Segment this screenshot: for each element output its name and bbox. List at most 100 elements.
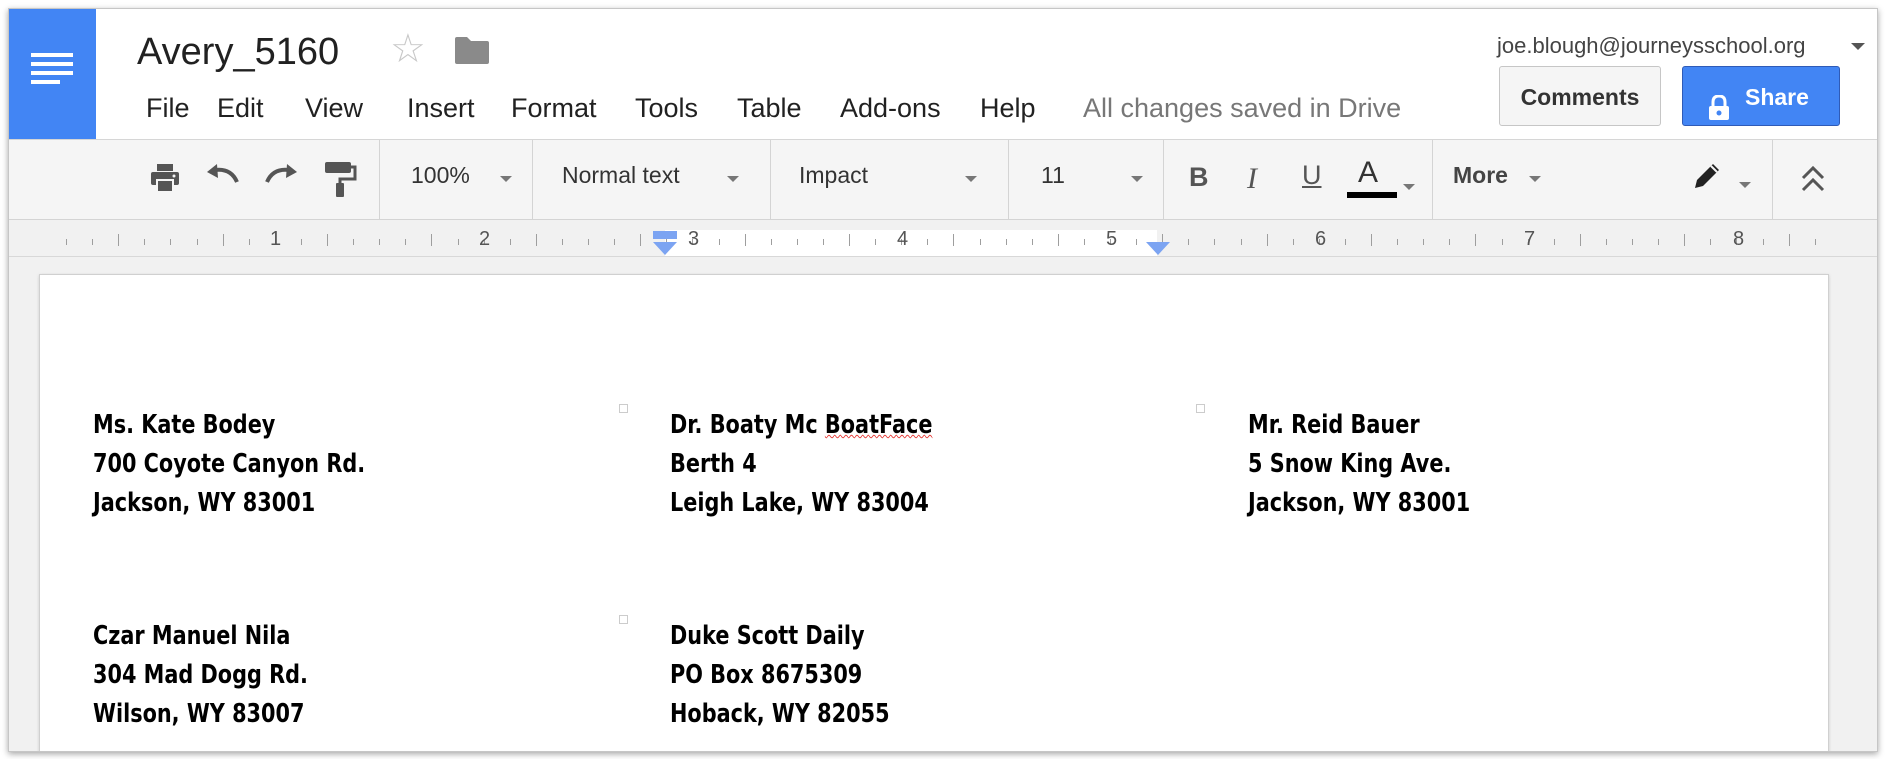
address-label[interactable]: Mr. Reid Bauer 5 Snow King Ave. Jackson,… xyxy=(1248,406,1470,523)
chevron-down-icon xyxy=(727,176,739,182)
ruler-tick xyxy=(379,239,380,245)
ruler-number: 2 xyxy=(479,228,491,250)
ruler-tick xyxy=(797,239,798,245)
text-color-button[interactable]: A xyxy=(1343,140,1417,219)
ruler-tick xyxy=(510,239,511,245)
bold-icon: B xyxy=(1189,162,1209,192)
folder-icon[interactable] xyxy=(453,35,491,70)
comments-button[interactable]: Comments xyxy=(1499,66,1661,126)
chevron-down-icon xyxy=(1131,176,1143,182)
style-value: Normal text xyxy=(562,162,680,188)
menu-insert[interactable]: Insert xyxy=(407,93,475,124)
ruler-number: 8 xyxy=(1733,228,1745,250)
toolbar-separator xyxy=(1163,140,1164,219)
label-name: Dr. Boaty Mc BoatFace xyxy=(670,406,932,445)
editing-mode-button[interactable] xyxy=(1685,140,1757,219)
ruler-tick xyxy=(562,239,563,245)
right-indent-handle[interactable] xyxy=(1146,242,1170,255)
ruler-tick xyxy=(640,234,641,246)
address-label[interactable]: Duke Scott Daily PO Box 8675309 Hoback, … xyxy=(670,617,890,734)
ruler-tick xyxy=(1214,239,1215,245)
ruler-tick xyxy=(1710,239,1711,245)
address-label[interactable]: Dr. Boaty Mc BoatFace Berth 4 Leigh Lake… xyxy=(670,406,932,523)
menu-help[interactable]: Help xyxy=(980,93,1036,124)
label-city: Wilson, WY 83007 xyxy=(93,699,305,729)
menu-view[interactable]: View xyxy=(305,93,363,124)
label-street: Berth 4 xyxy=(670,449,757,479)
header: Avery_5160 ☆ File Edit View Insert Forma… xyxy=(9,9,1877,140)
zoom-select[interactable]: 100% xyxy=(380,140,532,219)
toolbar: 100% Normal text Impact 11 B I U A More xyxy=(9,140,1877,220)
ruler-tick xyxy=(1397,239,1398,245)
font-size-select[interactable]: 11 xyxy=(1009,140,1162,219)
menu-table[interactable]: Table xyxy=(737,93,802,124)
ruler-tick xyxy=(66,239,67,245)
more-button[interactable]: More xyxy=(1433,140,1553,219)
ruler-tick xyxy=(223,234,224,246)
menu-addons[interactable]: Add-ons xyxy=(840,93,941,124)
docs-menu-icon[interactable] xyxy=(9,9,96,139)
paint-format-button[interactable] xyxy=(317,140,361,219)
paragraph-style-select[interactable]: Normal text xyxy=(533,140,770,219)
collapse-button[interactable] xyxy=(1791,140,1835,219)
print-button[interactable] xyxy=(141,140,181,219)
ruler-tick xyxy=(1763,239,1764,245)
chevron-down-icon xyxy=(1403,184,1415,190)
italic-button[interactable]: I xyxy=(1237,140,1279,219)
document-page[interactable]: Ms. Kate Bodey 700 Coyote Canyon Rd. Jac… xyxy=(39,274,1829,751)
ruler-tick xyxy=(1554,239,1555,245)
ruler-tick xyxy=(1789,234,1790,246)
ruler-tick xyxy=(719,239,720,245)
table-cell-marker xyxy=(1196,404,1205,413)
text-color-bar xyxy=(1347,192,1397,198)
ruler-tick xyxy=(875,239,876,245)
chevron-down-icon xyxy=(1529,176,1541,182)
misspelled-word[interactable]: BoatFace xyxy=(825,410,933,440)
account-email[interactable]: joe.blough@journeysschool.org xyxy=(1497,33,1806,59)
menu-tools[interactable]: Tools xyxy=(635,93,698,124)
save-status[interactable]: All changes saved in Drive xyxy=(1083,93,1401,124)
font-value: Impact xyxy=(799,162,869,188)
label-city: Hoback, WY 82055 xyxy=(670,699,890,729)
document-title[interactable]: Avery_5160 xyxy=(137,31,339,74)
address-label[interactable]: Ms. Kate Bodey 700 Coyote Canyon Rd. Jac… xyxy=(93,406,365,523)
ruler-tick xyxy=(1345,239,1346,245)
redo-icon xyxy=(263,164,299,195)
bold-button[interactable]: B xyxy=(1181,140,1223,219)
label-name-part: Dr. Boaty Mc xyxy=(670,410,825,440)
menu-edit[interactable]: Edit xyxy=(217,93,264,124)
undo-button[interactable] xyxy=(201,140,245,219)
share-button[interactable]: Share xyxy=(1682,66,1840,126)
print-icon xyxy=(149,162,181,199)
underline-button[interactable]: U xyxy=(1293,140,1335,219)
underline-icon: U xyxy=(1302,160,1322,190)
menu-file[interactable]: File xyxy=(146,93,190,124)
ruler-tick xyxy=(353,239,354,245)
menu-format[interactable]: Format xyxy=(511,93,597,124)
label-street: 304 Mad Dogg Rd. xyxy=(93,660,308,690)
label-name: Mr. Reid Bauer xyxy=(1248,410,1420,440)
ruler-tick xyxy=(431,234,432,246)
chevron-down-icon xyxy=(965,176,977,182)
ruler-tick xyxy=(1475,234,1476,246)
ruler-tick xyxy=(1606,239,1607,245)
editing-mode-icon xyxy=(1691,160,1723,197)
star-icon[interactable]: ☆ xyxy=(390,29,426,69)
ruler-tick xyxy=(170,239,171,245)
label-street: 700 Coyote Canyon Rd. xyxy=(93,449,366,479)
ruler-tick xyxy=(1815,239,1816,245)
toolbar-separator xyxy=(1772,140,1773,219)
font-select[interactable]: Impact xyxy=(771,140,1008,219)
share-label: Share xyxy=(1745,84,1809,110)
label-street: 5 Snow King Ave. xyxy=(1248,449,1452,479)
account-dropdown-icon[interactable] xyxy=(1851,43,1865,50)
redo-button[interactable] xyxy=(259,140,303,219)
first-line-indent-handle[interactable] xyxy=(653,231,677,239)
left-indent-handle[interactable] xyxy=(653,242,677,255)
ruler[interactable]: 1 2 3 4 5 6 7 8 xyxy=(9,220,1877,257)
zoom-value: 100% xyxy=(411,162,470,188)
ruler-tick xyxy=(458,239,459,245)
ruler-tick xyxy=(1449,239,1450,245)
ruler-tick xyxy=(1423,239,1424,245)
address-label[interactable]: Czar Manuel Nila 304 Mad Dogg Rd. Wilson… xyxy=(93,617,308,734)
